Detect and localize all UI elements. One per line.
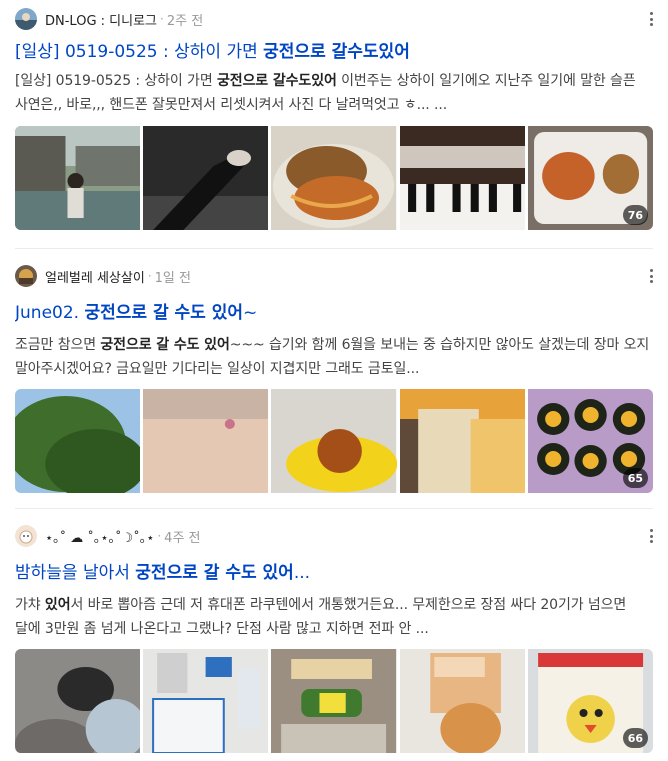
snippet-text: 가챠: [15, 597, 45, 613]
snack-package-photo[interactable]: 66: [527, 649, 653, 753]
post-profile: ⋆｡˚ ☁︎ ˚｡⋆｡˚☽˚｡⋆ · 4주 전: [15, 525, 653, 547]
post-time: 1일 전: [154, 270, 191, 286]
store-items-photo[interactable]: [143, 649, 269, 753]
post-title[interactable]: June02. 궁전으로 갈 수도 있어~: [15, 301, 653, 325]
more-options-icon[interactable]: [642, 8, 660, 30]
snippet-highlight: 궁전으로 갈 수도 있어: [100, 337, 230, 353]
separator-dot: ·: [147, 269, 152, 283]
title-prefix: June02.: [15, 303, 85, 323]
kimbap-plate-photo[interactable]: 65: [527, 389, 653, 493]
author-name[interactable]: DN-LOG : 디니로그: [45, 10, 157, 29]
skin-closeup-photo[interactable]: [143, 389, 269, 493]
separator-dot: ·: [160, 12, 164, 26]
person-by-canal-photo[interactable]: [15, 126, 141, 230]
snippet-text: [일상] 0519-0525 : 상하이 가면: [15, 73, 217, 89]
author-name[interactable]: 얼레벌레 세상살이: [45, 267, 145, 286]
legs-on-bed-photo[interactable]: [143, 126, 269, 230]
iced-drink-photo[interactable]: [399, 389, 525, 493]
post-snippet[interactable]: 조금만 참으면 궁전으로 갈 수도 있어~~~ 습기와 함께 6월을 보내는 중…: [15, 333, 653, 381]
blog-post-card: 얼레벌레 세상살이 · 1일 전 June02. 궁전으로 갈 수도 있어~ 조…: [0, 248, 668, 508]
post-snippet[interactable]: 가챠 있어서 바로 뽑아즘 근데 저 휴대폰 라쿠텐에서 개통했거든요... 무…: [15, 593, 653, 641]
post-profile: 얼레벌레 세상살이 · 1일 전: [15, 265, 653, 287]
blog-post-card: ⋆｡˚ ☁︎ ˚｡⋆｡˚☽˚｡⋆ · 4주 전 밤하늘을 날아서 궁전으로 갈 …: [0, 508, 668, 761]
post-time: 4주 전: [164, 530, 201, 546]
title-suffix: ~: [242, 303, 258, 323]
bottles-bag-photo[interactable]: [271, 649, 397, 753]
author-avatar[interactable]: [15, 525, 37, 547]
post-time: 2주 전: [166, 13, 204, 29]
snippet-highlight: 있어: [44, 597, 71, 613]
carton-box-photo[interactable]: [399, 649, 525, 753]
title-highlight: 궁전으로 갈 수도 있어: [84, 303, 243, 323]
post-title[interactable]: [일상] 0519-0525 : 상하이 가면 궁전으로 갈수도있어: [15, 40, 653, 64]
snippet-highlight: 궁전으로 갈수도있어: [216, 73, 337, 89]
tree-sky-photo[interactable]: [15, 389, 141, 493]
photo-strip: 76: [15, 126, 653, 230]
author-name[interactable]: ⋆｡˚ ☁︎ ˚｡⋆｡˚☽˚｡⋆: [45, 527, 154, 546]
photo-count-badge: 65: [622, 468, 649, 488]
photo-strip: 66: [15, 649, 653, 753]
title-prefix: 밤하늘을 날아서: [15, 563, 136, 583]
post-snippet[interactable]: [일상] 0519-0525 : 상하이 가면 궁전으로 갈수도있어 이번주는 …: [15, 69, 653, 117]
author-avatar[interactable]: [15, 8, 37, 30]
separator-dot: ·: [157, 529, 162, 543]
more-options-icon[interactable]: [642, 525, 660, 547]
piano-keys-photo[interactable]: [399, 126, 525, 230]
photo-count-badge: 76: [622, 205, 649, 225]
food-plate-photo[interactable]: 76: [527, 126, 653, 230]
author-avatar[interactable]: [15, 265, 37, 287]
people-seated-photo[interactable]: [15, 649, 141, 753]
fried-dish-photo[interactable]: [271, 126, 397, 230]
photo-count-badge: 66: [622, 728, 649, 748]
post-title[interactable]: 밤하늘을 날아서 궁전으로 갈 수도 있어...: [15, 561, 653, 585]
snippet-text: 조금만 참으면: [15, 337, 101, 353]
dessert-plate-photo[interactable]: [271, 389, 397, 493]
search-results-feed: DN-LOG : 디니로그 · 2주 전 [일상] 0519-0525 : 상하…: [0, 0, 668, 761]
more-options-icon[interactable]: [642, 265, 660, 287]
blog-post-card: DN-LOG : 디니로그 · 2주 전 [일상] 0519-0525 : 상하…: [0, 0, 668, 248]
title-highlight: 궁전으로 갈수도있어: [263, 42, 410, 62]
post-profile: DN-LOG : 디니로그 · 2주 전: [15, 8, 653, 30]
title-suffix: ...: [293, 563, 311, 583]
photo-strip: 65: [15, 389, 653, 493]
title-highlight: 궁전으로 갈 수도 있어: [135, 563, 294, 583]
title-prefix: [일상] 0519-0525 : 상하이 가면: [15, 42, 264, 62]
snippet-text: 서 바로 뽑아즘 근데 저 휴대폰 라쿠텐에서 개통했거든요... 무제한으로 …: [15, 597, 627, 637]
